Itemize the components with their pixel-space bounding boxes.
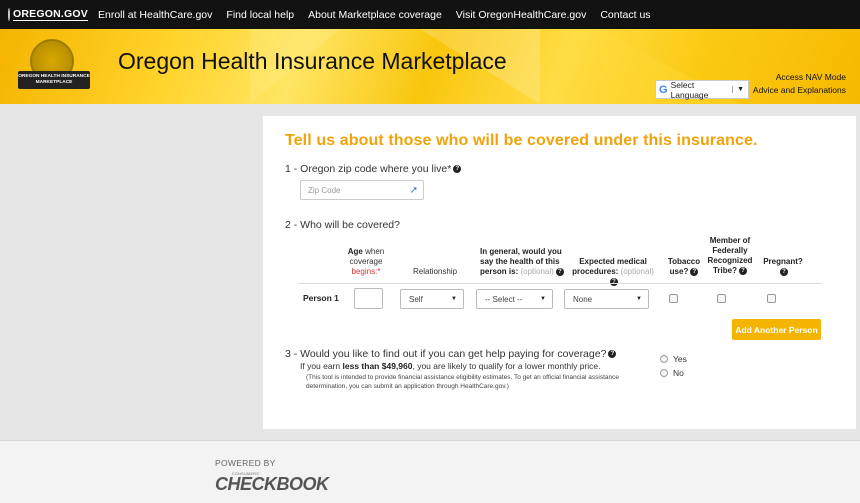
top-nav: OREGON.GOV Enroll at HealthCare.gov Find… [0,0,860,29]
chevron-down-icon: ▼ [540,296,546,302]
access-nav-mode-link[interactable]: Access NAV Mode [776,72,846,82]
help-icon[interactable]: ? [610,277,618,286]
chevron-down-icon: ▼ [451,296,457,302]
zip-code-placeholder: Zip Code [308,185,341,195]
nav-link-contact[interactable]: Contact us [600,9,650,21]
help-icon[interactable]: ? [453,165,462,174]
nav-link-find-help[interactable]: Find local help [226,9,294,21]
oregon-gov-logo[interactable]: OREGON.GOV [8,5,88,25]
relationship-select[interactable]: Self ▼ [400,289,464,309]
question-zip: 1 - Oregon zip code where you live*? [285,163,462,175]
nav-link-enroll[interactable]: Enroll at HealthCare.gov [98,9,212,21]
col-pregnant: Pregnant?? [763,257,803,276]
chevron-down-icon: ▼ [636,296,642,302]
col-health: In general, would you say the health of … [480,247,566,277]
oregon-seal-icon [8,8,10,21]
health-value: -- Select -- [485,294,523,304]
col-tribe: Member of Federally Recognized Tribe?? [707,236,753,275]
procedures-value: None [573,294,593,304]
tribe-checkbox[interactable] [717,294,726,303]
disclaimer-text: (This tool is intended to provide financ… [306,374,620,390]
question-zip-label: 1 - Oregon zip code where you live* [285,163,452,175]
locate-icon[interactable]: ➚ [410,185,418,196]
nav-link-about-coverage[interactable]: About Marketplace coverage [308,9,442,21]
footer: POWERED BY CONSUMERS' CHECKBOOK [0,440,860,503]
person-1-label: Person 1 [303,293,339,303]
relationship-value: Self [409,294,423,304]
col-age: Age when coverage begins:* [347,247,385,276]
site-title: Oregon Health Insurance Marketplace [118,48,507,74]
income-threshold: less than $49,960 [342,361,413,371]
help-icon[interactable]: ? [608,350,617,359]
powered-by-label: POWERED BY [215,458,276,468]
oregon-gov-logo-text: OREGON.GOV [13,8,88,21]
health-select[interactable]: -- Select -- ▼ [476,289,553,309]
radio-yes[interactable]: Yes [660,354,687,364]
procedures-select[interactable]: None ▼ [564,289,649,309]
age-input[interactable] [354,288,383,309]
radio-no-circle[interactable] [660,369,668,377]
advice-explanations-link[interactable]: Advice and Explanations [753,85,846,95]
google-translate-icon: G [659,83,668,96]
chevron-down-icon: ▼ [732,86,744,93]
col-tobacco: Tobacco use?? [667,257,701,276]
help-icon[interactable]: ? [780,267,788,276]
pregnant-checkbox[interactable] [767,294,776,303]
help-icon[interactable]: ? [690,267,699,276]
income-note: If you earn less than $49,960, you are l… [300,361,601,371]
marketplace-logo-label: OREGON HEALTH INSURANCE MARKETPLACE [18,71,90,89]
language-select-label: Select Language [670,79,709,100]
add-another-person-button[interactable]: Add Another Person [732,319,821,340]
zip-code-input[interactable]: Zip Code ➚ [300,180,424,200]
col-relationship: Relationship [412,267,458,276]
radio-no[interactable]: No [660,368,684,378]
question-who-covered: 2 - Who will be covered? [285,219,400,231]
form-heading: Tell us about those who will be covered … [285,132,758,149]
help-icon[interactable]: ? [555,267,564,276]
language-select[interactable]: G Select Language ▼ [655,79,749,100]
table-divider [298,283,822,284]
checkbook-logo[interactable]: CHECKBOOK [215,474,329,495]
radio-yes-label: Yes [673,354,687,364]
radio-no-label: No [673,368,684,378]
radio-yes-circle[interactable] [660,355,668,363]
col-age-required: begins:* [351,267,381,276]
question-financial-help: 3 - Would you like to find out if you ca… [285,348,617,360]
coverage-form-card: Tell us about those who will be covered … [263,116,856,429]
nav-link-visit-site[interactable]: Visit OregonHealthCare.gov [456,9,587,21]
nav-links: Enroll at HealthCare.gov Find local help… [98,9,665,21]
question-financial-help-label: 3 - Would you like to find out if you ca… [285,348,607,360]
tobacco-checkbox[interactable] [669,294,678,303]
help-icon[interactable]: ? [739,266,747,275]
